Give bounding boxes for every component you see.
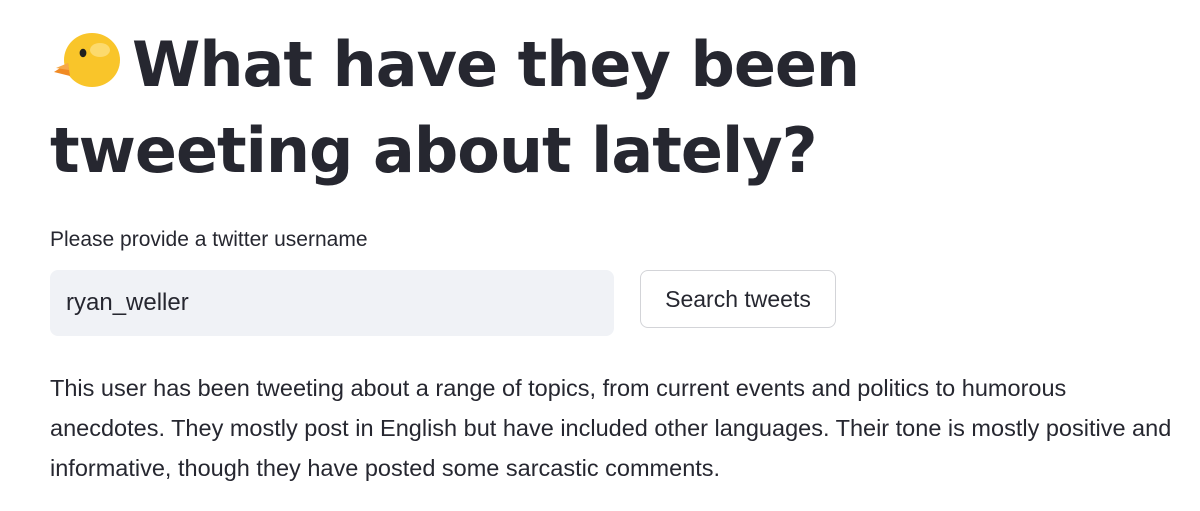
tweet-summary: This user has been tweeting about a rang… [50, 375, 1172, 481]
page-title-text: What have they been tweeting about latel… [50, 28, 860, 187]
chick-icon [50, 26, 122, 87]
app-page: What have they been tweeting about latel… [0, 0, 1200, 511]
search-tweets-button[interactable]: Search tweets [640, 270, 836, 328]
username-input[interactable] [50, 270, 614, 336]
page-title: What have they been tweeting about latel… [50, 22, 1170, 194]
username-label: Please provide a twitter username [50, 228, 368, 251]
